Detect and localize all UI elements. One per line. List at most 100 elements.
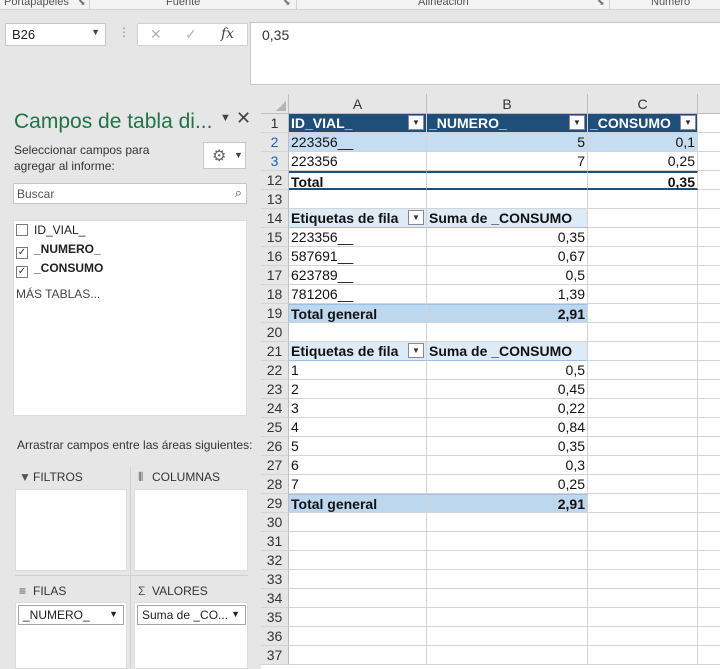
cell-c33[interactable]: [588, 570, 698, 589]
cell-d23[interactable]: [698, 380, 720, 399]
cell-d1[interactable]: [698, 114, 720, 133]
cell-d37[interactable]: [698, 646, 720, 665]
search-icon[interactable]: ⌕: [235, 185, 242, 201]
cell-b20[interactable]: [427, 323, 588, 342]
cell-a27[interactable]: 6: [289, 456, 427, 475]
cell-c25[interactable]: [588, 418, 698, 437]
cell-d17[interactable]: [698, 266, 720, 285]
row-header[interactable]: 24: [261, 399, 289, 418]
cell-c13[interactable]: [588, 190, 698, 209]
cell-a14[interactable]: Etiquetas de fila: [289, 209, 427, 228]
cancel-icon[interactable]: ✕: [150, 26, 162, 43]
chevron-down-icon[interactable]: ▼: [109, 609, 118, 619]
cell-b24[interactable]: 0,22: [427, 399, 588, 418]
cell-a24[interactable]: 3: [289, 399, 427, 418]
rows-drop-zone[interactable]: _NUMERO_ ▼: [15, 602, 127, 669]
cell-d32[interactable]: [698, 551, 720, 570]
cell-d29[interactable]: [698, 494, 720, 513]
cell-d3[interactable]: [698, 152, 720, 171]
filter-dropdown-icon[interactable]: ▼: [569, 115, 585, 130]
values-area[interactable]: Σ VALORES Suma de _CO... ▼: [134, 581, 248, 669]
cell-a35[interactable]: [289, 608, 427, 627]
cell-b16[interactable]: 0,67: [427, 247, 588, 266]
cell-d14[interactable]: [698, 209, 720, 228]
cell-d27[interactable]: [698, 456, 720, 475]
cell-a19[interactable]: Total general: [289, 304, 427, 323]
cell-c17[interactable]: [588, 266, 698, 285]
cell-d36[interactable]: [698, 627, 720, 646]
cell-c28[interactable]: [588, 475, 698, 494]
cell-d28[interactable]: [698, 475, 720, 494]
column-header-a[interactable]: A: [289, 94, 427, 114]
cell-d21[interactable]: [698, 342, 720, 361]
cell-d25[interactable]: [698, 418, 720, 437]
cell-a15[interactable]: 223356__: [289, 228, 427, 247]
row-header[interactable]: 34: [261, 589, 289, 608]
cell-a29[interactable]: Total general: [289, 494, 427, 513]
column-header-b[interactable]: B: [427, 94, 588, 114]
cell-c32[interactable]: [588, 551, 698, 570]
checkbox-checked[interactable]: ✓: [16, 247, 28, 259]
name-box[interactable]: B26 ▼: [5, 23, 106, 46]
cell-d18[interactable]: [698, 285, 720, 304]
rows-field-pill[interactable]: _NUMERO_ ▼: [18, 605, 124, 625]
cell-d30[interactable]: [698, 513, 720, 532]
cell-b18[interactable]: 1,39: [427, 285, 588, 304]
cell-c12[interactable]: 0,35: [588, 171, 698, 190]
values-drop-zone[interactable]: Suma de _CO... ▼: [134, 602, 248, 669]
pane-options-chevron-icon[interactable]: ▼: [220, 112, 231, 124]
cell-c31[interactable]: [588, 532, 698, 551]
row-header[interactable]: 21: [261, 342, 289, 361]
cell-a31[interactable]: [289, 532, 427, 551]
cell-c29[interactable]: [588, 494, 698, 513]
checkbox-unchecked[interactable]: [16, 224, 28, 236]
row-header[interactable]: 12: [261, 171, 289, 190]
cell-b35[interactable]: [427, 608, 588, 627]
row-header[interactable]: 26: [261, 437, 289, 456]
row-header[interactable]: 23: [261, 380, 289, 399]
cell-d35[interactable]: [698, 608, 720, 627]
field-item-consumo[interactable]: ✓ _CONSUMO: [16, 261, 103, 278]
cell-d34[interactable]: [698, 589, 720, 608]
cell-b3[interactable]: 7: [427, 152, 588, 171]
cell-c36[interactable]: [588, 627, 698, 646]
cell-a12[interactable]: Total: [289, 171, 427, 190]
function-icon[interactable]: fx: [221, 26, 234, 42]
cell-a33[interactable]: [289, 570, 427, 589]
values-field-pill[interactable]: Suma de _CO... ▼: [137, 605, 246, 625]
cell-b32[interactable]: [427, 551, 588, 570]
search-input[interactable]: [14, 184, 219, 203]
cell-d16[interactable]: [698, 247, 720, 266]
columns-area[interactable]: ⦀ COLUMNAS: [134, 467, 248, 571]
cell-c27[interactable]: [588, 456, 698, 475]
cell-a13[interactable]: [289, 190, 427, 209]
cell-a18[interactable]: 781206__: [289, 285, 427, 304]
row-header[interactable]: 36: [261, 627, 289, 646]
cell-b27[interactable]: 0,3: [427, 456, 588, 475]
columns-drop-zone[interactable]: [134, 489, 248, 571]
checkbox-checked[interactable]: ✓: [16, 266, 28, 278]
cell-c21[interactable]: [588, 342, 698, 361]
row-header[interactable]: 27: [261, 456, 289, 475]
row-header[interactable]: 22: [261, 361, 289, 380]
close-icon[interactable]: ✕: [236, 108, 251, 129]
cell-b23[interactable]: 0,45: [427, 380, 588, 399]
cell-c19[interactable]: [588, 304, 698, 323]
cell-a16[interactable]: 587691__: [289, 247, 427, 266]
row-header[interactable]: 16: [261, 247, 289, 266]
cell-b19[interactable]: 2,91: [427, 304, 588, 323]
cell-b25[interactable]: 0,84: [427, 418, 588, 437]
cell-b30[interactable]: [427, 513, 588, 532]
cell-a34[interactable]: [289, 589, 427, 608]
cell-b1[interactable]: _NUMERO_: [427, 114, 588, 133]
alignment-launcher-icon[interactable]: ⬊: [597, 0, 605, 8]
cell-b36[interactable]: [427, 627, 588, 646]
cell-c23[interactable]: [588, 380, 698, 399]
row-header[interactable]: 20: [261, 323, 289, 342]
cell-d13[interactable]: [698, 190, 720, 209]
cell-c34[interactable]: [588, 589, 698, 608]
cell-b28[interactable]: 0,25: [427, 475, 588, 494]
cell-b2[interactable]: 5: [427, 133, 588, 152]
rows-area[interactable]: ≡ FILAS _NUMERO_ ▼: [15, 581, 127, 669]
cell-b34[interactable]: [427, 589, 588, 608]
